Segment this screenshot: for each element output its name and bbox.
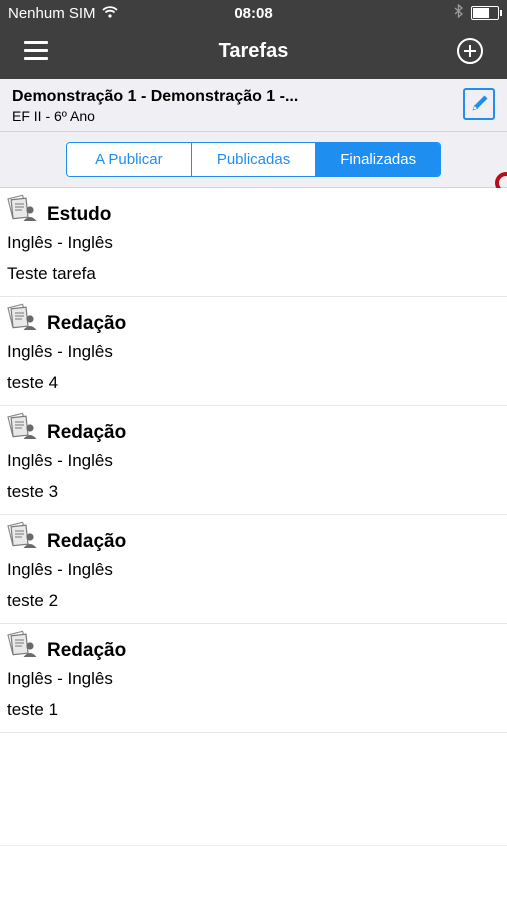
- class-subtitle: EF II - 6º Ano: [12, 108, 95, 124]
- task-assignment-icon: [7, 194, 37, 222]
- task-assignment-icon: [7, 521, 37, 549]
- task-name: teste 3: [7, 482, 59, 501]
- task-type: Estudo: [47, 204, 112, 225]
- task-subject: Inglês - Inglês: [7, 669, 113, 688]
- task-type: Redação: [47, 313, 127, 334]
- list-item[interactable]: Redação Inglês - Inglês teste 3: [0, 406, 507, 515]
- status-right: [454, 3, 502, 22]
- task-assignment-icon: [7, 630, 37, 658]
- list-item[interactable]: Redação Inglês - Inglês teste 4: [0, 297, 507, 406]
- task-assignment-icon: [7, 412, 37, 440]
- page-title: Tarefas: [218, 40, 289, 62]
- tab-a-publicar[interactable]: A Publicar: [67, 143, 192, 176]
- bluetooth-icon: [454, 3, 463, 22]
- class-header: Demonstração 1 - Demonstração 1 -... EF …: [0, 79, 507, 132]
- nav-bar: Tarefas: [0, 28, 507, 79]
- list-item[interactable]: Redação Inglês - Inglês teste 1: [0, 624, 507, 733]
- status-bar: Nenhum SIM 08:08: [0, 0, 507, 28]
- task-subject: Inglês - Inglês: [7, 233, 113, 252]
- tab-finalizadas[interactable]: Finalizadas: [316, 143, 440, 176]
- class-title: Demonstração 1 - Demonstração 1 -...: [12, 88, 299, 105]
- segmented-control: A Publicar Publicadas Finalizadas: [66, 142, 441, 177]
- list-item[interactable]: Estudo Inglês - Inglês Teste tarefa: [0, 188, 507, 297]
- task-type: Redação: [47, 531, 127, 552]
- tab-publicadas[interactable]: Publicadas: [191, 143, 317, 176]
- task-subject: Inglês - Inglês: [7, 451, 113, 470]
- task-subject: Inglês - Inglês: [7, 560, 113, 579]
- task-name: teste 4: [7, 373, 59, 392]
- list-item[interactable]: Redação Inglês - Inglês teste 2: [0, 515, 507, 624]
- divider: [0, 845, 507, 846]
- task-type: Redação: [47, 640, 127, 661]
- task-name: teste 1: [7, 700, 59, 719]
- plus-circle-icon[interactable]: [457, 38, 483, 64]
- task-name: teste 2: [7, 591, 59, 610]
- tab-bar: A Publicar Publicadas Finalizadas: [0, 132, 507, 188]
- task-assignment-icon: [7, 303, 37, 331]
- status-time: 08:08: [234, 5, 273, 22]
- edit-pencil-icon[interactable]: [463, 88, 495, 120]
- battery-icon: [471, 6, 502, 20]
- task-type: Redação: [47, 422, 127, 443]
- task-name: Teste tarefa: [7, 264, 96, 283]
- task-subject: Inglês - Inglês: [7, 342, 113, 361]
- task-list: Estudo Inglês - Inglês Teste tarefa Reda…: [0, 188, 507, 733]
